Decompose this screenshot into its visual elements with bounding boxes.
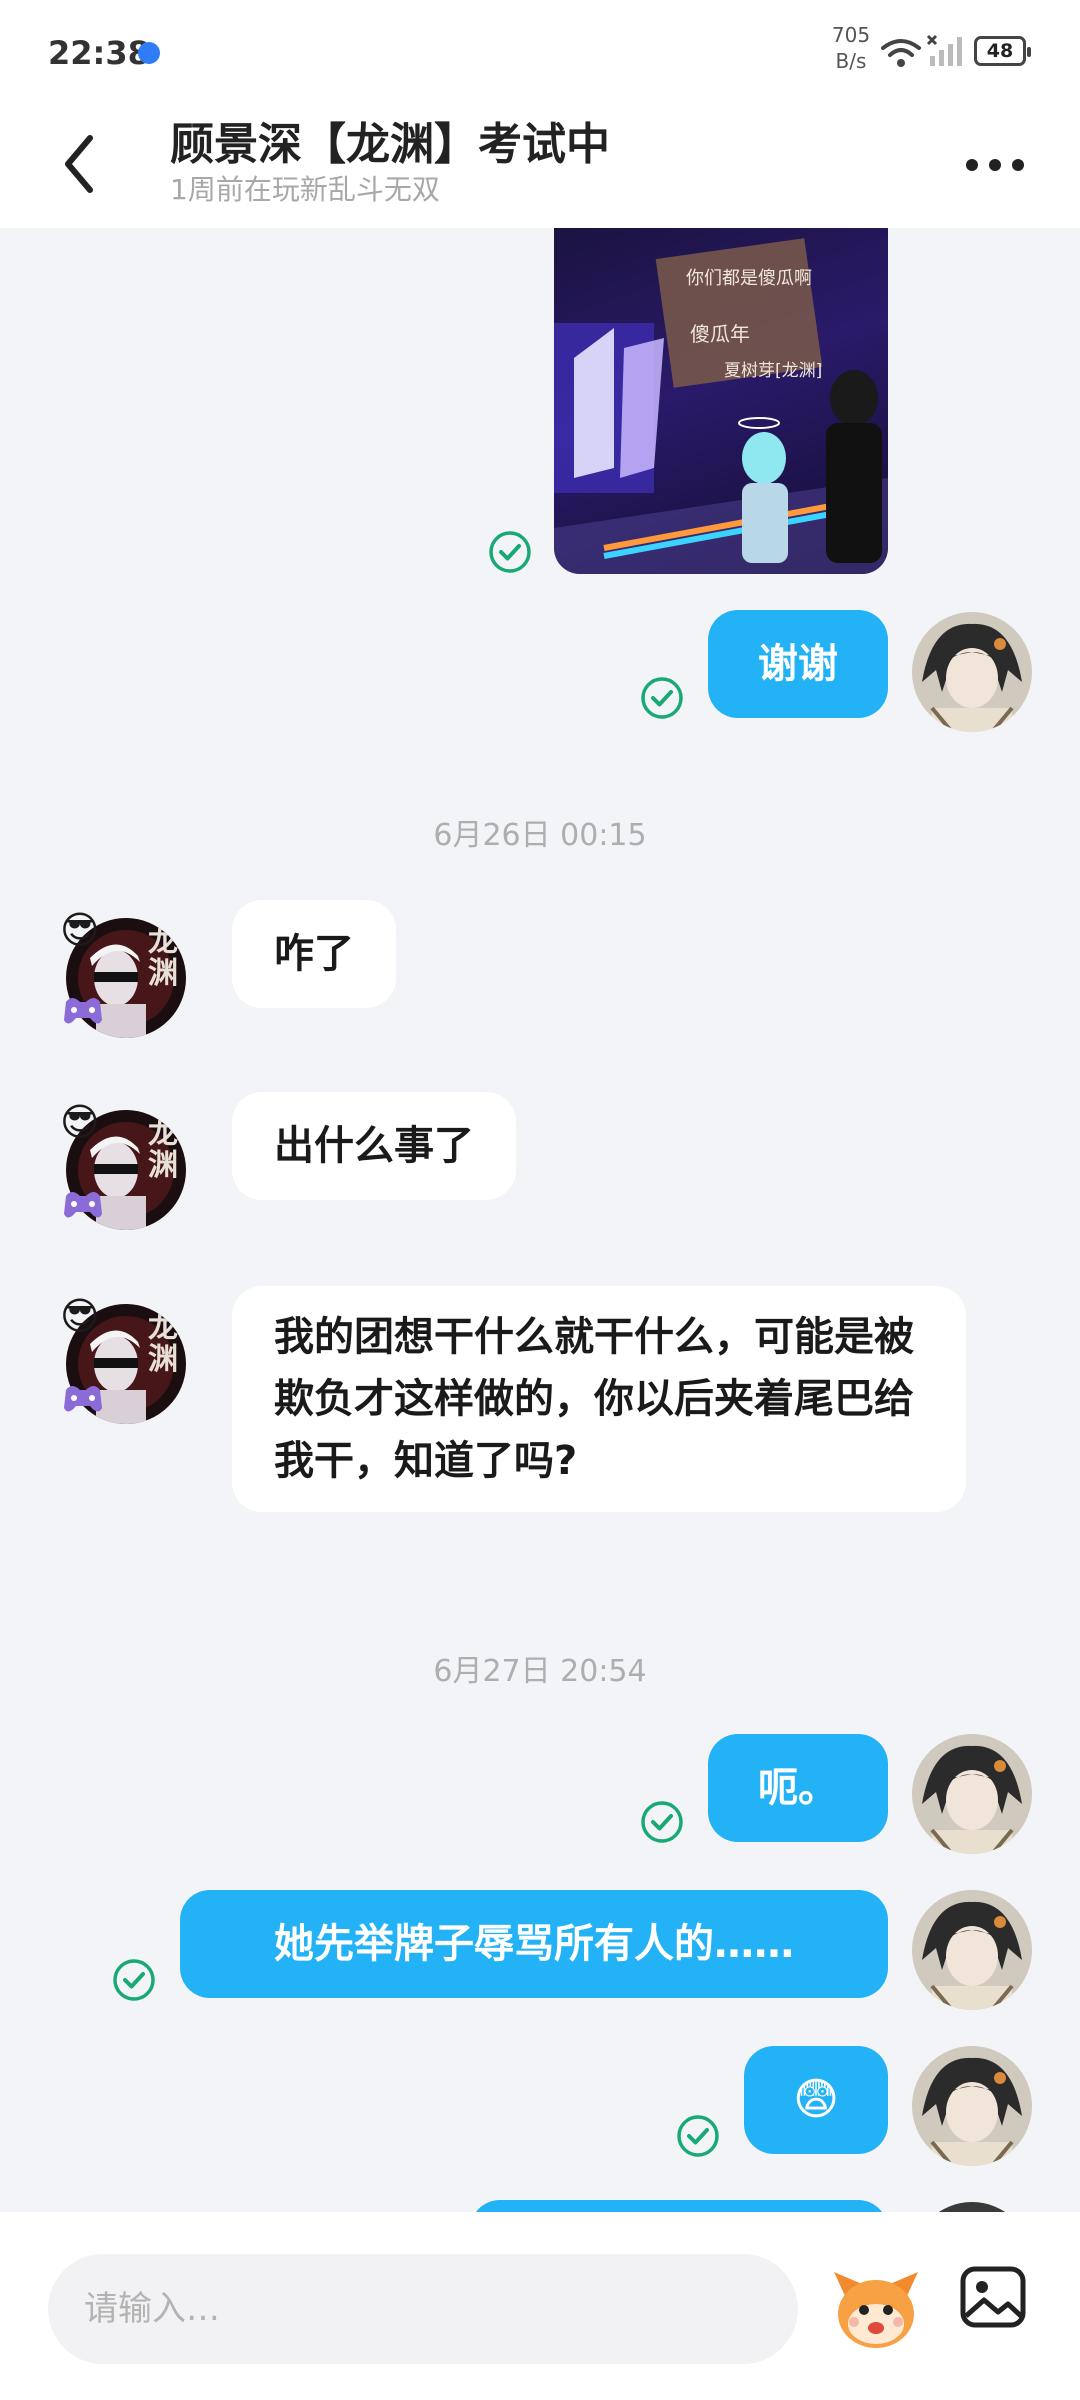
gamepad-badge-icon xyxy=(64,1386,102,1412)
outgoing-message[interactable]: 她先举牌子辱骂所有人的…… xyxy=(180,1890,888,1998)
sunglasses-emoji-icon: 😎 xyxy=(60,1100,100,1144)
my-avatar[interactable] xyxy=(912,612,1032,732)
gamepad-badge-icon xyxy=(64,1192,102,1218)
outgoing-message[interactable]: 😨 xyxy=(744,2046,888,2154)
network-speed-value: 705 xyxy=(831,23,871,47)
contact-name[interactable]: 顾景深【龙渊】考试中 xyxy=(170,108,610,172)
read-check-icon xyxy=(641,677,683,719)
incoming-message[interactable]: 我的团想干什么就干什么，可能是被欺负才这样做的，你以后夹着尾巴给我干，知道了吗? xyxy=(232,1286,966,1512)
network-speed: 705 B/s xyxy=(826,22,876,74)
image-caption-1: 你们都是傻瓜啊 xyxy=(686,268,812,289)
chat-header: 顾景深【龙渊】考试中 1周前在玩新乱斗无双 xyxy=(0,100,1080,228)
image-caption-3: 夏树芽[龙渊] xyxy=(724,361,823,381)
sunglasses-emoji-icon: 😎 xyxy=(60,908,100,952)
outgoing-message[interactable]: 谢谢 xyxy=(708,610,888,718)
message-list[interactable]: 你们都是傻瓜啊 傻瓜年 夏树芽[龙渊] 谢谢 6月26日 00:15 龙渊 😎 … xyxy=(0,228,1080,2212)
mascot-icon[interactable] xyxy=(826,2258,926,2358)
avatar-text: 龙渊 xyxy=(148,1116,178,1183)
my-avatar[interactable] xyxy=(912,2046,1032,2166)
timestamp: 6月27日 20:54 xyxy=(433,1654,647,1689)
network-speed-unit: B/s xyxy=(835,49,867,73)
message-composer xyxy=(0,2212,1080,2400)
read-check-icon xyxy=(677,2115,719,2157)
read-check-icon xyxy=(489,531,531,573)
my-avatar-partial[interactable] xyxy=(912,2202,1032,2212)
status-time: 22:38 xyxy=(48,34,150,72)
notification-dot-icon xyxy=(138,42,160,64)
battery-icon: 48 xyxy=(974,36,1031,66)
signal-icon xyxy=(926,34,962,66)
back-icon[interactable] xyxy=(50,124,110,204)
sunglasses-emoji-icon: 😎 xyxy=(60,1294,100,1338)
contact-status: 1周前在玩新乱斗无双 xyxy=(170,173,440,206)
gamepad-badge-icon xyxy=(64,998,102,1024)
outgoing-message[interactable]: 呃。 xyxy=(708,1734,888,1842)
outgoing-message-partial[interactable] xyxy=(470,2200,888,2212)
read-check-icon xyxy=(641,1801,683,1843)
my-avatar[interactable] xyxy=(912,1890,1032,2010)
my-avatar[interactable] xyxy=(912,1734,1032,1854)
message-input[interactable] xyxy=(48,2254,798,2364)
image-icon[interactable] xyxy=(958,2262,1028,2332)
avatar-text: 龙渊 xyxy=(148,924,178,991)
more-icon[interactable] xyxy=(960,140,1030,190)
status-bar: 22:38 705 B/s 48 xyxy=(0,0,1080,100)
incoming-message[interactable]: 出什么事了 xyxy=(232,1092,516,1200)
avatar-text: 龙渊 xyxy=(148,1310,178,1377)
image-caption-2: 傻瓜年 xyxy=(690,322,750,346)
incoming-message[interactable]: 咋了 xyxy=(232,900,396,1008)
read-check-icon xyxy=(113,1959,155,2001)
image-message[interactable]: 你们都是傻瓜啊 傻瓜年 夏树芽[龙渊] xyxy=(554,228,888,574)
wifi-icon xyxy=(881,39,921,67)
timestamp: 6月26日 00:15 xyxy=(433,818,647,853)
